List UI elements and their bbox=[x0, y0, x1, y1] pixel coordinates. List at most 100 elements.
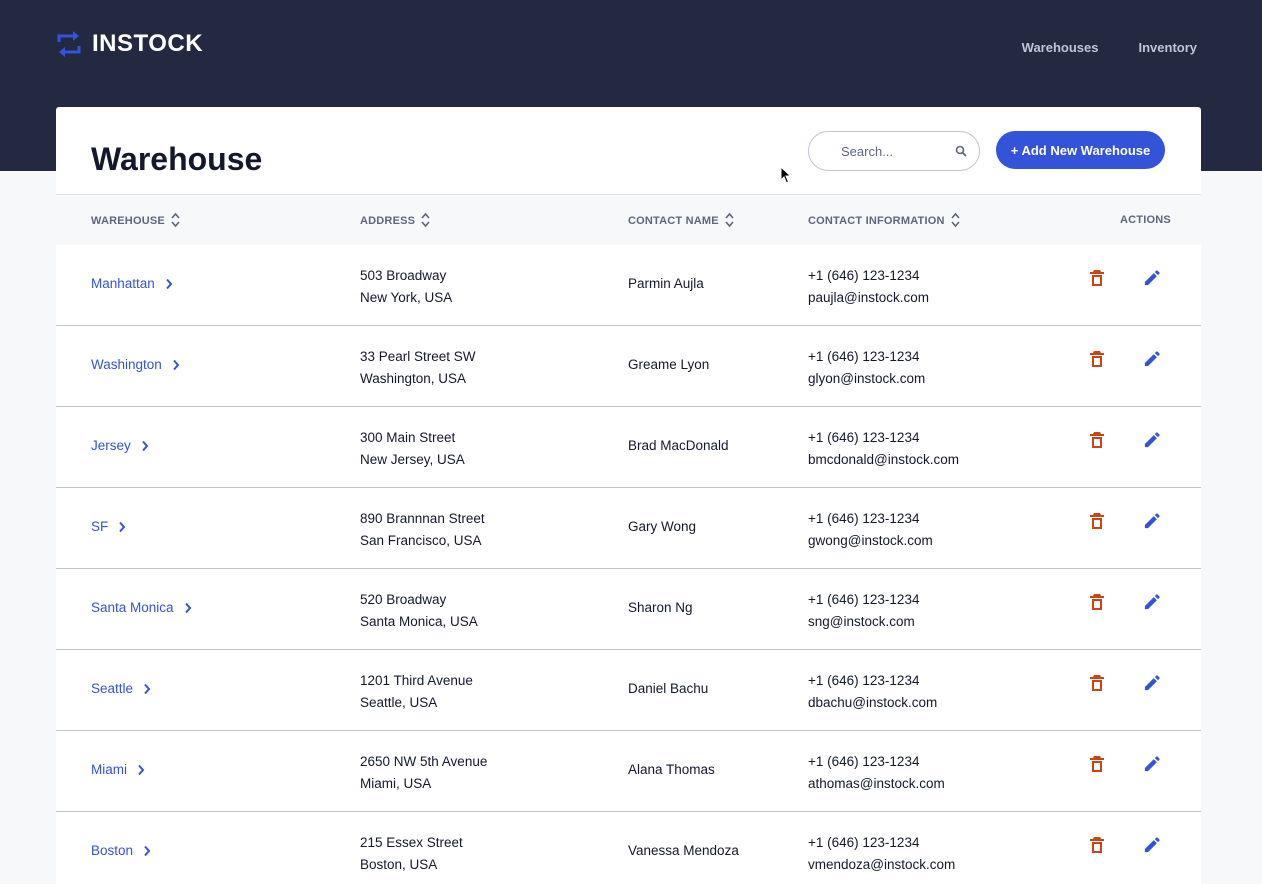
col-contact-info[interactable]: CONTACT INFORMATION bbox=[808, 212, 960, 228]
contact-name: Daniel Bachu bbox=[628, 681, 709, 696]
pencil-icon[interactable] bbox=[1144, 674, 1160, 692]
address-line-1: 300 Main Street bbox=[360, 430, 456, 445]
address-line-2: San Francisco, USA bbox=[360, 533, 482, 548]
trash-icon[interactable] bbox=[1089, 269, 1105, 287]
sort-icon[interactable] bbox=[421, 212, 430, 228]
chevron-right-icon bbox=[144, 845, 151, 856]
contact-phone: +1 (646) 123-1234 bbox=[808, 754, 920, 769]
contact-info: +1 (646) 123-1234 vmendoza@instock.com bbox=[808, 832, 955, 876]
col-warehouse-label: WAREHOUSE bbox=[91, 215, 165, 227]
search-icon[interactable] bbox=[955, 145, 967, 157]
warehouse-link[interactable]: Jersey bbox=[91, 438, 149, 453]
warehouse-link[interactable]: Washington bbox=[91, 357, 180, 372]
search-box[interactable] bbox=[808, 131, 980, 171]
warehouse-name: SF bbox=[91, 519, 109, 534]
contact-phone: +1 (646) 123-1234 bbox=[808, 268, 920, 283]
warehouse-link[interactable]: Miami bbox=[91, 762, 145, 777]
contact-info: +1 (646) 123-1234 glyon@instock.com bbox=[808, 346, 925, 390]
address-line-2: Washington, USA bbox=[360, 371, 467, 386]
chevron-right-icon bbox=[166, 278, 173, 289]
mouse-cursor-icon bbox=[780, 166, 792, 184]
app-header: INSTOCK Warehouses Inventory bbox=[56, 28, 1197, 60]
chevron-right-icon bbox=[184, 602, 191, 613]
sort-icon[interactable] bbox=[171, 212, 180, 228]
contact-info: +1 (646) 123-1234 bmcdonald@instock.com bbox=[808, 427, 959, 471]
warehouse-link[interactable]: Boston bbox=[91, 843, 151, 858]
warehouse-name: Manhattan bbox=[91, 276, 155, 291]
contact-phone: +1 (646) 123-1234 bbox=[808, 592, 920, 607]
nav-inventory[interactable]: Inventory bbox=[1138, 40, 1197, 55]
address-line-2: Boston, USA bbox=[360, 857, 438, 872]
address-line-2: Miami, USA bbox=[360, 776, 432, 791]
table-row: Manhattan 503 Broadway New York, USA Par… bbox=[56, 245, 1201, 326]
warehouse-name: Jersey bbox=[91, 438, 131, 453]
trash-icon[interactable] bbox=[1089, 836, 1105, 854]
add-warehouse-button[interactable]: + Add New Warehouse bbox=[996, 131, 1165, 169]
col-contact-info-label: CONTACT INFORMATION bbox=[808, 215, 945, 227]
chevron-right-icon bbox=[144, 683, 151, 694]
contact-name: Vanessa Mendoza bbox=[628, 843, 739, 858]
warehouse-link[interactable]: SF bbox=[91, 519, 126, 534]
warehouse-link[interactable]: Seattle bbox=[91, 681, 151, 696]
sort-icon[interactable] bbox=[725, 212, 734, 228]
table-row: Seattle 1201 Third Avenue Seattle, USA D… bbox=[56, 650, 1201, 731]
pencil-icon[interactable] bbox=[1144, 512, 1160, 530]
contact-phone: +1 (646) 123-1234 bbox=[808, 430, 920, 445]
address-line-1: 2650 NW 5th Avenue bbox=[360, 754, 488, 769]
contact-name: Parmin Aujla bbox=[628, 276, 704, 291]
address-line-2: New York, USA bbox=[360, 290, 453, 305]
table-body: Manhattan 503 Broadway New York, USA Par… bbox=[56, 245, 1201, 884]
pencil-icon[interactable] bbox=[1144, 755, 1160, 773]
address: 300 Main Street New Jersey, USA bbox=[360, 427, 465, 471]
main-nav: Warehouses Inventory bbox=[1022, 34, 1197, 55]
contact-name: Alana Thomas bbox=[628, 762, 715, 777]
swap-arrows-icon bbox=[57, 31, 81, 57]
warehouse-name: Washington bbox=[91, 357, 162, 372]
table-row: SF 890 Brannnan Street San Francisco, US… bbox=[56, 488, 1201, 569]
address-line-2: Santa Monica, USA bbox=[360, 614, 478, 629]
contact-email: dbachu@instock.com bbox=[808, 695, 938, 710]
warehouse-link[interactable]: Manhattan bbox=[91, 276, 173, 291]
table-row: Miami 2650 NW 5th Avenue Miami, USA Alan… bbox=[56, 731, 1201, 812]
contact-info: +1 (646) 123-1234 dbachu@instock.com bbox=[808, 670, 937, 714]
warehouse-name: Santa Monica bbox=[91, 600, 174, 615]
search-input[interactable] bbox=[841, 143, 941, 159]
warehouse-name: Boston bbox=[91, 843, 134, 858]
trash-icon[interactable] bbox=[1089, 350, 1105, 368]
contact-name: Sharon Ng bbox=[628, 600, 693, 615]
pencil-icon[interactable] bbox=[1144, 593, 1160, 611]
nav-warehouses[interactable]: Warehouses bbox=[1022, 40, 1099, 55]
address: 33 Pearl Street SW Washington, USA bbox=[360, 346, 476, 390]
trash-icon[interactable] bbox=[1089, 593, 1105, 611]
contact-email: athomas@instock.com bbox=[808, 776, 945, 791]
contact-phone: +1 (646) 123-1234 bbox=[808, 835, 920, 850]
contact-name: Greame Lyon bbox=[628, 357, 710, 372]
col-contact-name[interactable]: CONTACT NAME bbox=[628, 212, 734, 228]
address: 890 Brannnan Street San Francisco, USA bbox=[360, 508, 485, 552]
trash-icon[interactable] bbox=[1089, 512, 1105, 530]
address: 215 Essex Street Boston, USA bbox=[360, 832, 463, 876]
warehouse-link[interactable]: Santa Monica bbox=[91, 600, 192, 615]
table-row: Jersey 300 Main Street New Jersey, USA B… bbox=[56, 407, 1201, 488]
contact-info: +1 (646) 123-1234 sng@instock.com bbox=[808, 589, 919, 633]
address-line-1: 33 Pearl Street SW bbox=[360, 349, 476, 364]
sort-icon[interactable] bbox=[951, 212, 960, 228]
trash-icon[interactable] bbox=[1089, 755, 1105, 773]
pencil-icon[interactable] bbox=[1144, 350, 1160, 368]
trash-icon[interactable] bbox=[1089, 431, 1105, 449]
col-address[interactable]: ADDRESS bbox=[360, 212, 430, 228]
address-line-2: New Jersey, USA bbox=[360, 452, 465, 467]
col-warehouse[interactable]: WAREHOUSE bbox=[91, 212, 180, 228]
pencil-icon[interactable] bbox=[1144, 431, 1160, 449]
brand[interactable]: INSTOCK bbox=[56, 29, 203, 59]
warehouse-name: Seattle bbox=[91, 681, 134, 696]
table-row: Santa Monica 520 Broadway Santa Monica, … bbox=[56, 569, 1201, 650]
contact-email: vmendoza@instock.com bbox=[808, 857, 956, 872]
trash-icon[interactable] bbox=[1089, 674, 1105, 692]
contact-name: Brad MacDonald bbox=[628, 438, 729, 453]
pencil-icon[interactable] bbox=[1144, 836, 1160, 854]
page-title: Warehouse bbox=[91, 141, 263, 177]
contact-email: paujla@instock.com bbox=[808, 290, 930, 305]
pencil-icon[interactable] bbox=[1144, 269, 1160, 287]
warehouse-card: Warehouse + Add New Warehouse WAREHOUSE … bbox=[56, 107, 1201, 884]
